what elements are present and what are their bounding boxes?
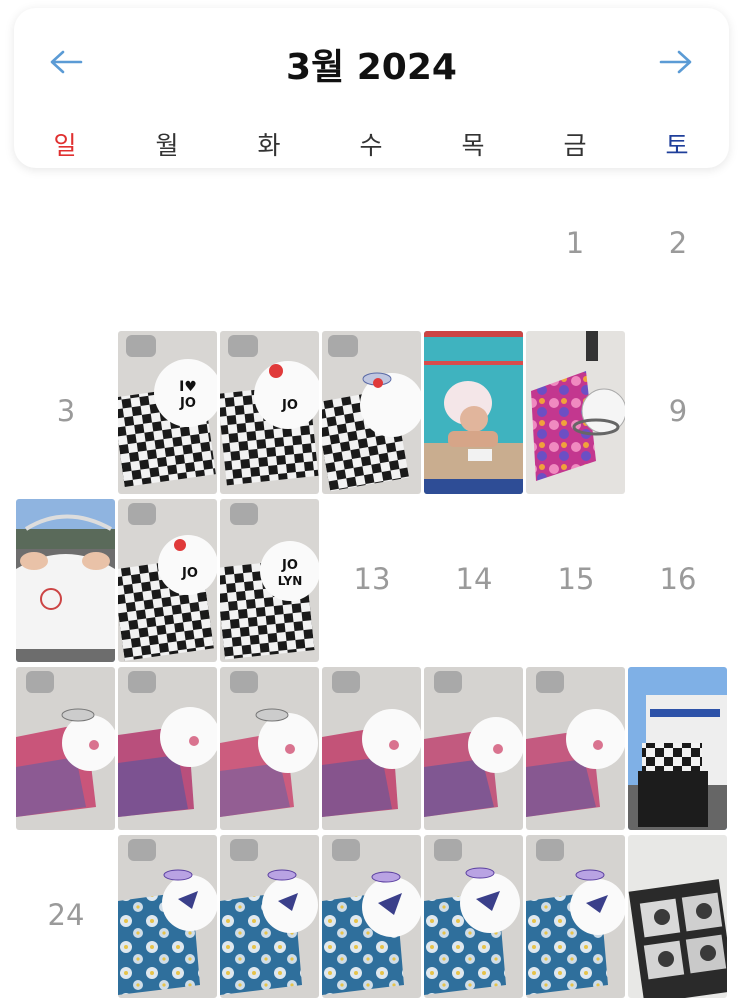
- day-27-photo[interactable]: [322, 835, 421, 998]
- day-18-photo[interactable]: [118, 667, 217, 830]
- day-11-photo[interactable]: JO: [118, 499, 217, 662]
- day-4-photo[interactable]: I♥ JO: [118, 331, 217, 494]
- day-2[interactable]: 2: [627, 226, 729, 260]
- day-8-photo[interactable]: [526, 331, 625, 494]
- day-3[interactable]: 3: [15, 394, 117, 428]
- day-6-photo[interactable]: [322, 331, 421, 494]
- calendar-header: 3월 2024 일 월 화 수 목 금 토: [14, 8, 729, 168]
- day-9[interactable]: 9: [627, 394, 729, 428]
- photo-thumbnail: [424, 835, 523, 998]
- weekday-friday: 금: [563, 131, 587, 160]
- photo-thumbnail: JO: [220, 331, 319, 494]
- weekday-row: 일 월 화 수 목 금 토: [14, 126, 729, 166]
- photo-thumbnail: [118, 667, 217, 830]
- day-19-photo[interactable]: [220, 667, 319, 830]
- photo-thumbnail: [118, 835, 217, 998]
- photo-thumbnail: [16, 499, 115, 662]
- weekday-monday: 월: [155, 131, 179, 160]
- day-7-photo[interactable]: [424, 331, 523, 494]
- photo-thumbnail: [424, 667, 523, 830]
- arrow-right-icon: [659, 50, 692, 74]
- day-20-photo[interactable]: [322, 667, 421, 830]
- photo-thumbnail: [628, 835, 727, 998]
- photo-thumbnail: I♥ JO: [118, 331, 217, 494]
- photo-thumbnail: [526, 667, 625, 830]
- weekday-sunday: 일: [53, 131, 77, 160]
- photo-thumbnail: [322, 835, 421, 998]
- svg-text:LYN: LYN: [278, 574, 303, 588]
- day-16[interactable]: 16: [627, 562, 729, 596]
- day-5-photo[interactable]: JO: [220, 331, 319, 494]
- weekday-wednesday: 수: [359, 131, 383, 160]
- day-10-photo[interactable]: [16, 499, 115, 662]
- day-28-photo[interactable]: [424, 835, 523, 998]
- photo-thumbnail: [322, 331, 421, 494]
- day-21-photo[interactable]: [424, 667, 523, 830]
- day-17-photo[interactable]: [16, 667, 115, 830]
- photo-thumbnail: [526, 331, 625, 494]
- day-13[interactable]: 13: [321, 562, 423, 596]
- photo-thumbnail: JO LYN: [220, 499, 319, 662]
- weekday-tuesday: 화: [257, 131, 281, 160]
- day-29-photo[interactable]: [526, 835, 625, 998]
- day-22-photo[interactable]: [526, 667, 625, 830]
- day-12-photo[interactable]: JO LYN: [220, 499, 319, 662]
- svg-text:I♥: I♥: [179, 379, 197, 395]
- photo-thumbnail: [16, 667, 115, 830]
- weekday-thursday: 목: [461, 131, 485, 160]
- day-15[interactable]: 15: [525, 562, 627, 596]
- photo-thumbnail: [220, 835, 319, 998]
- day-23-photo[interactable]: [628, 667, 727, 830]
- svg-text:JO: JO: [181, 566, 198, 581]
- svg-text:JO: JO: [281, 398, 298, 413]
- photo-thumbnail: [526, 835, 625, 998]
- svg-text:JO: JO: [281, 558, 298, 573]
- photo-thumbnail: [424, 331, 523, 494]
- day-30-photo[interactable]: [628, 835, 727, 998]
- photo-thumbnail: [322, 667, 421, 830]
- day-25-photo[interactable]: [118, 835, 217, 998]
- month-title: 3월 2024: [286, 47, 457, 88]
- photo-thumbnail: [220, 667, 319, 830]
- svg-text:JO: JO: [179, 396, 196, 411]
- day-1[interactable]: 1: [524, 226, 626, 260]
- day-26-photo[interactable]: [220, 835, 319, 998]
- photo-thumbnail: JO: [118, 499, 217, 662]
- day-24[interactable]: 24: [15, 898, 117, 932]
- day-14[interactable]: 14: [423, 562, 525, 596]
- weekday-saturday: 토: [665, 131, 689, 160]
- next-month-button[interactable]: [656, 42, 696, 82]
- photo-thumbnail: [628, 667, 727, 830]
